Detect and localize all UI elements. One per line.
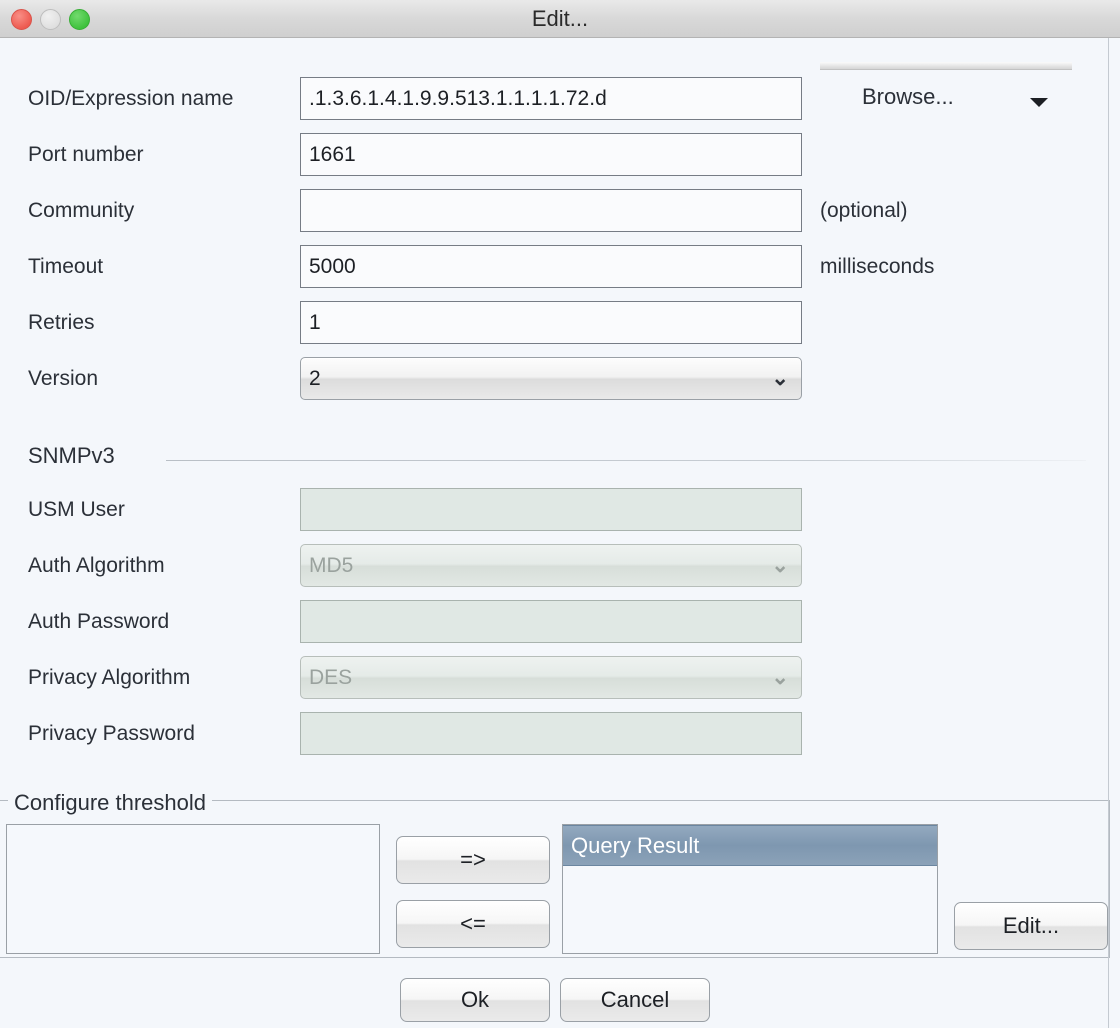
form-label-community: Community bbox=[28, 199, 134, 223]
snmpv3-input-privacy-password bbox=[300, 712, 802, 755]
browse-button-label: Browse... bbox=[862, 84, 954, 110]
snmpv3-select-privacy-algorithm: DES ⌄ bbox=[300, 656, 802, 699]
form-suffix-timeout: milliseconds bbox=[820, 255, 934, 279]
form-input-retries[interactable]: 1 bbox=[300, 301, 802, 344]
remove-threshold-button[interactable]: <= bbox=[396, 900, 550, 948]
snmpv3-input-auth-password bbox=[300, 600, 802, 643]
chevron-down-icon[interactable] bbox=[1030, 98, 1048, 107]
form-label-version: Version bbox=[28, 367, 98, 391]
snmpv3-label-auth-algorithm: Auth Algorithm bbox=[28, 554, 165, 578]
snmpv3-section-divider bbox=[166, 460, 1086, 461]
add-threshold-button[interactable]: => bbox=[396, 836, 550, 884]
browse-control[interactable]: Browse... bbox=[820, 62, 1072, 124]
form-input-oid-expression-name[interactable]: .1.3.6.1.4.1.9.9.513.1.1.1.1.72.d bbox=[300, 77, 802, 120]
title-bar: Edit... bbox=[0, 0, 1120, 38]
window-title: Edit... bbox=[0, 0, 1120, 38]
snmpv3-select-value-auth-algorithm: MD5 bbox=[309, 554, 353, 577]
window-right-edge bbox=[1108, 38, 1109, 1028]
cancel-button[interactable]: Cancel bbox=[560, 978, 710, 1022]
chevron-down-icon: ⌄ bbox=[771, 657, 789, 698]
browse-top-bar bbox=[820, 62, 1072, 70]
edit-dialog-window: Edit... OID/Expression name .1.3.6.1.4.1.… bbox=[0, 0, 1120, 1028]
form-label-timeout: Timeout bbox=[28, 255, 103, 279]
form-label-oid-expression-name: OID/Expression name bbox=[28, 87, 233, 111]
ok-button[interactable]: Ok bbox=[400, 978, 550, 1022]
form-input-community[interactable] bbox=[300, 189, 802, 232]
threshold-available-list[interactable] bbox=[6, 824, 380, 954]
form-select-value-version: 2 bbox=[309, 367, 321, 390]
snmpv3-select-auth-algorithm: MD5 ⌄ bbox=[300, 544, 802, 587]
form-select-version[interactable]: 2⌄ bbox=[300, 357, 802, 400]
chevron-down-icon: ⌄ bbox=[771, 358, 789, 399]
form-suffix-community: (optional) bbox=[820, 199, 908, 223]
snmpv3-label-privacy-password: Privacy Password bbox=[28, 722, 195, 746]
snmpv3-label-privacy-algorithm: Privacy Algorithm bbox=[28, 666, 190, 690]
snmpv3-label-usm-user: USM User bbox=[28, 498, 125, 522]
snmpv3-select-value-privacy-algorithm: DES bbox=[309, 666, 352, 689]
threshold-selected-list[interactable]: Query Result bbox=[562, 824, 938, 954]
form-input-timeout[interactable]: 5000 bbox=[300, 245, 802, 288]
snmpv3-label-auth-password: Auth Password bbox=[28, 610, 169, 634]
chevron-down-icon: ⌄ bbox=[771, 545, 789, 586]
configure-threshold-title: Configure threshold bbox=[8, 790, 212, 816]
snmpv3-input-usm-user bbox=[300, 488, 802, 531]
form-input-port-number[interactable]: 1661 bbox=[300, 133, 802, 176]
form-label-port-number: Port number bbox=[28, 143, 144, 167]
list-item[interactable]: Query Result bbox=[563, 825, 937, 866]
snmpv3-section-title: SNMPv3 bbox=[28, 443, 115, 469]
edit-threshold-button[interactable]: Edit... bbox=[954, 902, 1108, 950]
form-label-retries: Retries bbox=[28, 311, 95, 335]
